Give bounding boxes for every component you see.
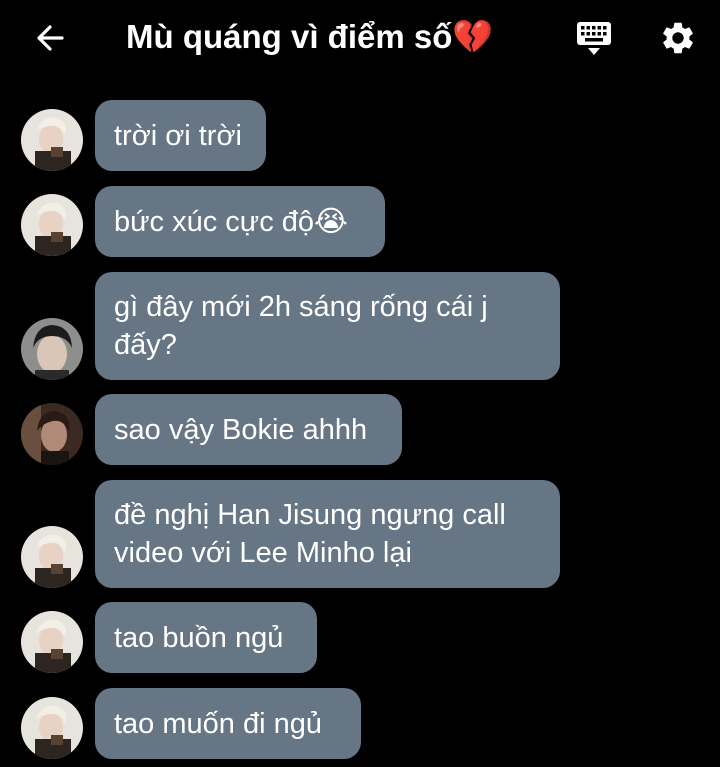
message-text: tao buồn ngủ (114, 621, 284, 654)
message-bubble[interactable]: sao vậy Bokie ahhh (95, 394, 402, 465)
avatar-blond-image (21, 697, 83, 759)
message-bubble[interactable]: đề nghị Han Jisung ngưng call video với … (95, 480, 560, 588)
avatar-blond-image (21, 194, 83, 256)
message-bubble[interactable]: bức xúc cực độ😭 (95, 186, 385, 257)
avatar[interactable] (21, 109, 83, 171)
avatar[interactable] (21, 697, 83, 759)
message-bubble[interactable]: tao muốn đi ngủ (95, 688, 361, 759)
avatar[interactable] (21, 611, 83, 673)
message-bubble[interactable]: gì đây mới 2h sáng rống cái j đấy? (95, 272, 560, 380)
settings-button[interactable] (656, 16, 700, 60)
message-text: tao muốn đi ngủ (114, 707, 322, 740)
message-text: bức xúc cực độ😭 (114, 205, 348, 238)
avatar-dark-hair-image (21, 318, 83, 380)
message-bubble[interactable]: tao buồn ngủ (95, 602, 317, 673)
message-text: gì đây mới 2h sáng rống cái j đấy? (114, 291, 488, 361)
avatar[interactable] (21, 194, 83, 256)
back-button[interactable] (30, 18, 70, 58)
gear-icon (663, 22, 693, 54)
avatar[interactable] (21, 403, 83, 465)
chat-title: Mù quáng vì điểm số💔 (126, 18, 494, 55)
message-text: trời ơi trời (114, 119, 242, 152)
chat-header: Mù quáng vì điểm số💔 (0, 0, 720, 76)
avatar[interactable] (21, 526, 83, 588)
avatar[interactable] (21, 318, 83, 380)
keyboard-button[interactable] (573, 18, 615, 58)
message-text: sao vậy Bokie ahhh (114, 413, 368, 446)
message-text: đề nghị Han Jisung ngưng call video với … (114, 499, 506, 569)
message-bubble[interactable]: trời ơi trời (95, 100, 266, 171)
avatar-blond-image (21, 526, 83, 588)
arrow-left-icon (37, 25, 64, 51)
avatar-brown-hair-image (21, 403, 83, 465)
avatar-blond-image (21, 611, 83, 673)
keyboard-icon (577, 22, 611, 55)
avatar-blond-image (21, 109, 83, 171)
